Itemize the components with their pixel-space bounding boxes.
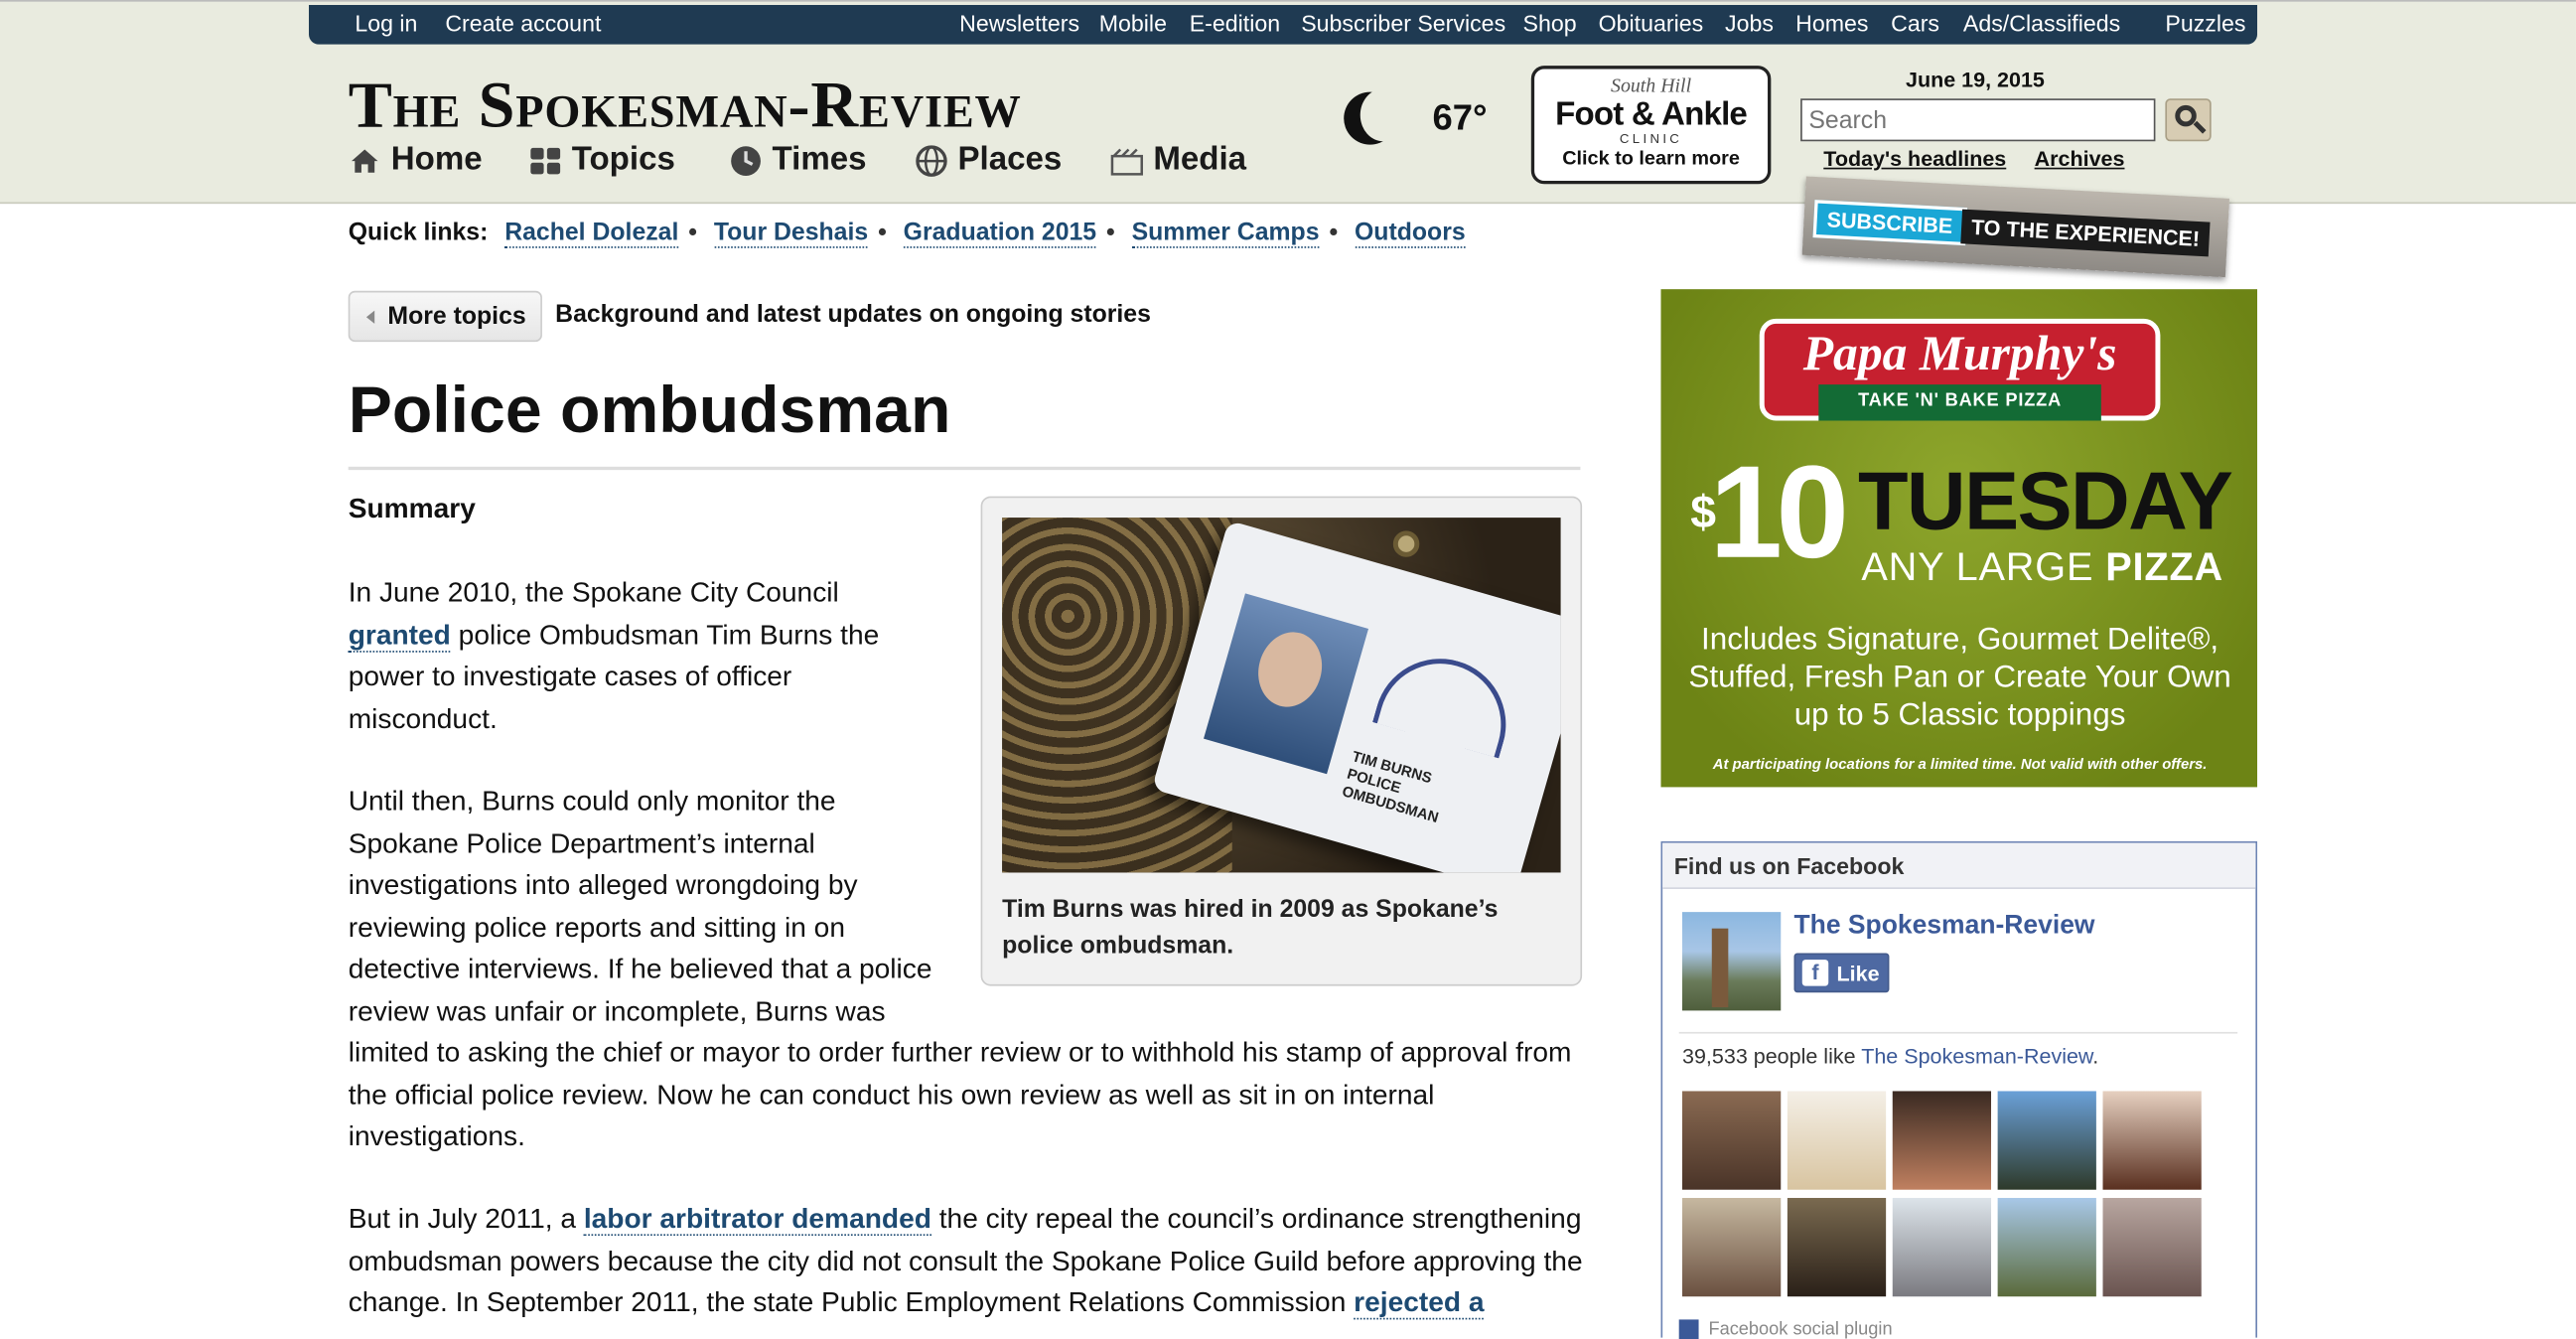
fan-avatar[interactable] (1997, 1091, 2096, 1190)
nav-times[interactable]: Times (730, 141, 867, 179)
ad-line-3: CLINIC (1619, 131, 1683, 147)
e-edition-link[interactable]: E-edition (1190, 10, 1280, 36)
facebook-widget: Find us on Facebook The Spokesman-Review… (1660, 841, 2258, 1339)
utility-bar: Log in Create account Newsletters Mobile… (309, 4, 2258, 45)
ad-fine-print: At participating locations for a limited… (1712, 755, 2208, 773)
archives-link[interactable]: Archives (2035, 146, 2125, 171)
nav-home-label: Home (390, 141, 483, 178)
fan-avatar[interactable] (2102, 1091, 2202, 1190)
subscriber-services-link[interactable]: Subscriber Services (1301, 10, 1505, 36)
more-topics-label: More topics (387, 302, 526, 331)
fan-avatar[interactable] (1997, 1197, 2096, 1297)
nav-places[interactable]: Places (915, 141, 1062, 179)
nav-places-label: Places (957, 141, 1063, 178)
back-arrow-icon (365, 309, 375, 324)
page-title: Police ombudsman (348, 374, 951, 447)
todays-headlines-link[interactable]: Today's headlines (1823, 146, 2006, 171)
jobs-link[interactable]: Jobs (1725, 10, 1774, 36)
newsletters-link[interactable]: Newsletters (959, 10, 1079, 36)
login-link[interactable]: Log in (355, 10, 417, 36)
topics-grid-icon (530, 147, 561, 174)
temperature: 67° (1432, 96, 1488, 138)
page-thumbnail[interactable] (1682, 912, 1782, 1011)
quick-links: Quick links: Rachel Dolezal • Tour Deshai… (348, 219, 1466, 248)
page: Log in Create account Newsletters Mobile… (0, 0, 2576, 1339)
facebook-page-name[interactable]: The Spokesman-Review (1793, 912, 2094, 942)
shop-link[interactable]: Shop (1523, 10, 1577, 36)
cars-link[interactable]: Cars (1891, 10, 1939, 36)
fan-avatar[interactable] (1787, 1091, 1887, 1190)
nav-home[interactable]: Home (349, 141, 483, 179)
film-strip-icon (1110, 147, 1143, 175)
quick-link-summer-camps[interactable]: Summer Camps (1131, 219, 1320, 248)
nav-times-label: Times (772, 141, 867, 178)
ad-any-large: ANY LARGE PIZZA (1861, 545, 2224, 590)
browser-edge (0, 0, 2576, 2)
moon-icon (1344, 88, 1407, 145)
title-divider (348, 466, 1581, 471)
photo-caption: Tim Burns was hired in 2009 as Spokane’s… (1002, 895, 1499, 961)
fan-avatar[interactable] (1682, 1091, 1782, 1190)
arbitrator-link[interactable]: labor arbitrator demanded (583, 1202, 931, 1237)
puzzles-link[interactable]: Puzzles (2165, 10, 2245, 36)
subscribe-label: SUBSCRIBE (1812, 200, 1967, 246)
fan-avatar[interactable] (2102, 1197, 2202, 1297)
subscribe-tagline: TO THE EXPERIENCE! (1960, 209, 2211, 257)
ad-line-1: South Hill (1611, 74, 1692, 97)
quick-link-graduation[interactable]: Graduation 2015 (903, 219, 1097, 248)
quick-link-tour-deshais[interactable]: Tour Deshais (713, 219, 869, 248)
ad-day: TUESDAY (1858, 455, 2233, 547)
quick-link-outdoors[interactable]: Outdoors (1354, 219, 1466, 248)
clock-icon (731, 145, 761, 176)
paragraph-3: But in July 2011, a labor arbitrator dem… (348, 1202, 1583, 1320)
nav-topics[interactable]: Topics (529, 141, 675, 179)
facebook-count-page-link[interactable]: The Spokesman-Review (1861, 1043, 2092, 1068)
nav-media-label: Media (1153, 141, 1247, 178)
granted-link[interactable]: granted (348, 618, 451, 652)
classifieds-link[interactable]: Ads/Classifieds (1963, 10, 2120, 36)
papa-murphys-ad[interactable]: Papa Murphy's TAKE 'N' BAKE PIZZA $10 TU… (1660, 289, 2258, 788)
search-input[interactable] (1800, 98, 2156, 142)
divider (1678, 1031, 2238, 1034)
create-account-link[interactable]: Create account (445, 10, 601, 36)
fan-avatar[interactable] (1787, 1197, 1887, 1297)
search-button[interactable] (2165, 98, 2212, 142)
ad-price: $10 (1690, 438, 1849, 585)
badge-text: TIM BURNS POLICE OMBUDSMAN (1340, 747, 1441, 826)
foot-ankle-ad[interactable]: South Hill Foot & Ankle CLINIC Click to … (1530, 66, 1772, 185)
facebook-plugin-footer: Facebook social plugin (1678, 1319, 1893, 1339)
nav-topics-label: Topics (571, 141, 675, 178)
facebook-icon: f (1801, 960, 1829, 986)
mobile-link[interactable]: Mobile (1099, 10, 1167, 36)
homes-link[interactable]: Homes (1795, 10, 1868, 36)
obituaries-link[interactable]: Obituaries (1599, 10, 1704, 36)
ad-cta: Click to learn more (1562, 146, 1740, 170)
nav-media[interactable]: Media (1110, 141, 1246, 179)
facebook-like-button[interactable]: f Like (1793, 953, 1890, 993)
header-links: Today's headlines Archives (1823, 146, 2147, 171)
ad-description: Includes Signature, Gourmet Delite®, Stu… (1688, 622, 2231, 733)
more-topics-button[interactable]: More topics (348, 290, 542, 343)
facebook-like-count: 39,533 people like The Spokesman-Review. (1682, 1043, 2099, 1069)
fan-avatar[interactable] (1892, 1197, 1992, 1297)
topics-description: Background and latest updates on ongoing… (555, 300, 1151, 329)
globe-icon (916, 144, 947, 177)
home-icon (352, 148, 378, 172)
paragraph-1: In June 2010, the Spokane City Council g… (348, 576, 880, 734)
weather-widget[interactable]: 67° (1344, 88, 1488, 145)
quick-links-label: Quick links: (348, 219, 489, 247)
ad-tagline: TAKE 'N' BAKE PIZZA (1818, 384, 2101, 421)
current-date: June 19, 2015 (1905, 67, 2045, 92)
rejected-link[interactable]: rejected a (1354, 1286, 1485, 1320)
facebook-heading: Find us on Facebook (1662, 842, 2256, 889)
fan-avatar[interactable] (1682, 1197, 1782, 1297)
photo-card: TIM BURNS POLICE OMBUDSMAN Tim Burns was… (980, 496, 1583, 986)
quick-link-rachel-dolezal[interactable]: Rachel Dolezal (504, 219, 679, 248)
summary-heading: Summary (348, 493, 476, 524)
site-logo[interactable]: The Spokesman-Review (349, 66, 1022, 143)
facebook-icon (1678, 1319, 1699, 1339)
fan-avatar[interactable] (1892, 1091, 1992, 1190)
ad-line-2: Foot & Ankle (1555, 96, 1748, 133)
ombudsman-badge-photo[interactable]: TIM BURNS POLICE OMBUDSMAN (1002, 518, 1561, 873)
